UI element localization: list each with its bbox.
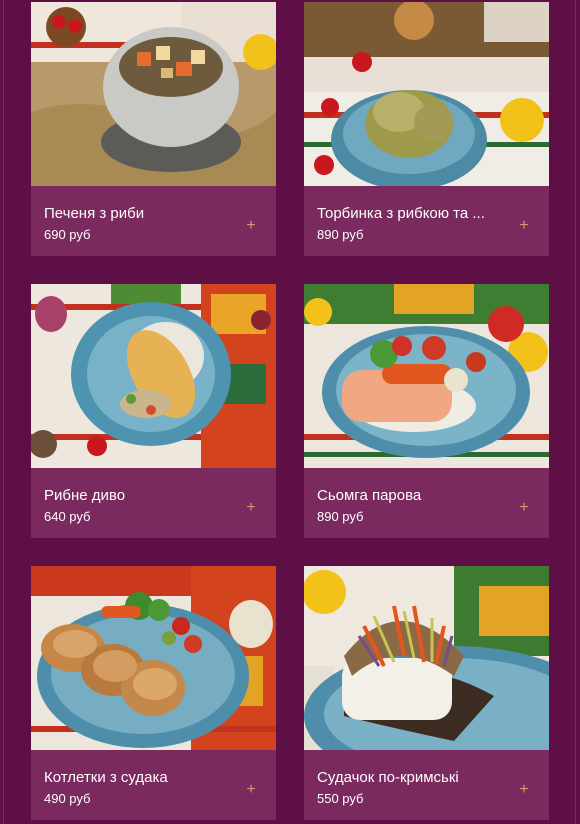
menu-item-card[interactable]: Котлетки з судака 490 руб + — [31, 566, 276, 820]
add-to-cart-plus-icon[interactable]: + — [243, 218, 259, 234]
dish-photo[interactable] — [304, 2, 549, 186]
dish-photo[interactable] — [304, 566, 549, 750]
menu-item-card[interactable]: Сьомга парова 890 руб + — [304, 284, 549, 538]
add-to-cart-plus-icon[interactable]: + — [243, 782, 259, 798]
dish-name: Котлетки з судака — [44, 769, 168, 786]
dish-name: Сьомга парова — [317, 487, 422, 504]
page-frame-line-right — [575, 0, 576, 824]
dish-price: 640 руб — [44, 509, 91, 524]
dish-photo[interactable] — [304, 284, 549, 468]
dish-price: 550 руб — [317, 791, 364, 806]
menu-item-card[interactable]: Торбинка з рибкою та ... 890 руб + — [304, 2, 549, 256]
add-to-cart-plus-icon[interactable]: + — [516, 218, 532, 234]
menu-item-card[interactable]: Рибне диво 640 руб + — [31, 284, 276, 538]
dish-name: Рибне диво — [44, 487, 126, 504]
dish-price: 890 руб — [317, 509, 364, 524]
dish-name: Печеня з риби — [44, 205, 145, 222]
dish-price: 490 руб — [44, 791, 91, 806]
dish-price: 690 руб — [44, 227, 91, 242]
dish-name: Торбинка з рибкою та ... — [317, 205, 485, 222]
add-to-cart-plus-icon[interactable]: + — [243, 500, 259, 516]
add-to-cart-plus-icon[interactable]: + — [516, 500, 532, 516]
dish-price: 890 руб — [317, 227, 364, 242]
menu-item-card[interactable]: Печеня з риби 690 руб + — [31, 2, 276, 256]
dish-name: Судачок по-кримські — [317, 769, 459, 786]
page-frame-line-left — [3, 0, 4, 824]
dish-photo[interactable] — [31, 284, 276, 468]
add-to-cart-plus-icon[interactable]: + — [516, 782, 532, 798]
dish-photo[interactable] — [31, 566, 276, 750]
menu-item-card[interactable]: Судачок по-кримські 550 руб + — [304, 566, 549, 820]
dish-photo[interactable] — [31, 2, 276, 186]
